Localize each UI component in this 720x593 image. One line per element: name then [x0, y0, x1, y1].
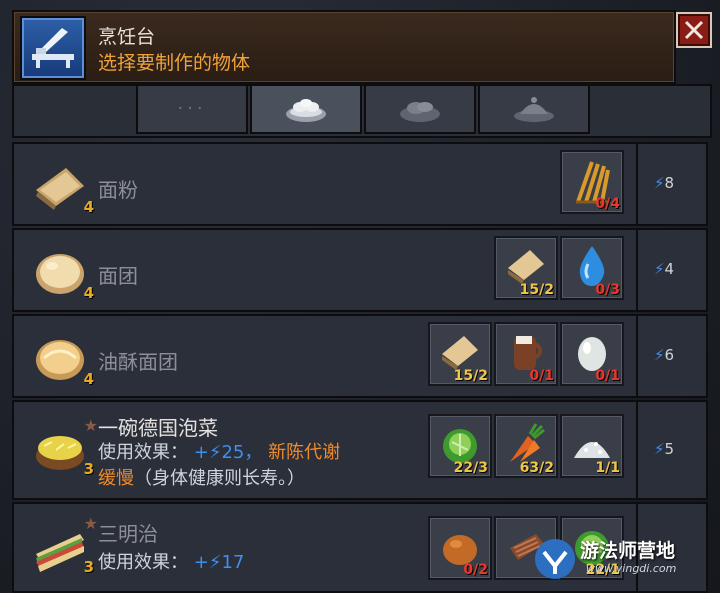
energy-cost: ⚡4: [654, 260, 675, 278]
ingredient-slot[interactable]: 22/3: [428, 414, 492, 478]
ingredient-count: 0/1: [529, 368, 554, 384]
recipe-list: 4 面粉 0/4 ⚡8 4 面团 15/2 0/3 ⚡4 4 油酥面团 15/2…: [12, 142, 708, 593]
star-icon: ★: [83, 416, 98, 435]
ingredient-slot[interactable]: 15/2: [428, 322, 492, 386]
energy-icon: ⚡: [654, 440, 665, 458]
energy-cost: ⚡5: [654, 440, 675, 458]
ingredient-count: 0/3: [595, 282, 620, 298]
tab-more[interactable]: ···: [136, 86, 248, 134]
ingredient-slot[interactable]: 0/1: [494, 322, 558, 386]
ingredient-count: 22/3: [453, 460, 488, 476]
effect-line: 使用效果： +⚡17: [98, 548, 244, 574]
effect-line-2: 缓慢（身体健康则长寿。）: [98, 464, 305, 490]
window-subtitle: 选择要制作的物体: [98, 52, 251, 74]
close-button[interactable]: [676, 12, 712, 48]
effect-label: 使用效果：: [98, 552, 188, 573]
recipe-name: 面粉: [98, 178, 138, 202]
output-qty: 4: [83, 198, 94, 216]
sandwich-icon: ★ 3: [32, 514, 98, 576]
energy-icon: ⚡: [654, 346, 665, 364]
watermark-text: 游法师营地: [580, 540, 676, 562]
energy-icon: ⚡: [654, 174, 665, 192]
recipe-row-dough[interactable]: 4 面团 15/2 0/3 ⚡4: [12, 228, 708, 312]
energy-icon: ⚡: [654, 260, 665, 278]
ingredient-slot[interactable]: 0/3: [560, 236, 624, 300]
tab-dome-plate[interactable]: [478, 86, 590, 134]
tab-bread-plate[interactable]: [250, 86, 362, 134]
ingredient-count: 0/1: [595, 368, 620, 384]
ingredient-count: 0/4: [595, 196, 620, 212]
tab-meat-plate[interactable]: [364, 86, 476, 134]
effect-value: +⚡25，: [193, 442, 263, 463]
ingredient-slot[interactable]: 0/2: [428, 516, 492, 580]
window-title: 烹饪台: [98, 26, 156, 48]
effect-trait: 缓慢: [98, 468, 134, 489]
recipe-name: 一碗德国泡菜: [98, 416, 218, 440]
star-icon: ★: [83, 514, 98, 533]
meat-plate-icon: [400, 102, 440, 122]
divider: [636, 230, 638, 310]
output-qty: 4: [83, 284, 94, 302]
energy-cost: ⚡6: [654, 346, 675, 364]
ingredient-slot[interactable]: 0/4: [560, 150, 624, 214]
flour-icon: [508, 250, 544, 284]
recipe-name: 油酥面团: [98, 350, 178, 374]
recipe-row-sauerkraut[interactable]: ★ 3 一碗德国泡菜 使用效果： +⚡25， 新陈代谢 缓慢（身体健康则长寿。）…: [12, 400, 708, 500]
watermark-logo: [535, 539, 575, 579]
effect-value: +⚡17: [193, 552, 245, 573]
close-icon: [684, 20, 704, 40]
dough-icon: 4: [32, 246, 94, 302]
output-qty: 4: [83, 370, 94, 388]
recipe-row-flour[interactable]: 4 面粉 0/4 ⚡8: [12, 142, 708, 226]
watermark: 游法师营地 www.yingdi.com: [532, 532, 718, 590]
crafting-window: 烹饪台 选择要制作的物体 ··· 4 面粉 0/4 ⚡8 4 面团 15/2 0…: [0, 0, 720, 593]
sauerkraut-bowl-icon: ★ 3: [32, 416, 98, 478]
category-tabs: ···: [12, 84, 712, 138]
divider: [636, 402, 638, 498]
ingredient-count: 0/2: [463, 562, 488, 578]
bread-plate-icon: [286, 99, 326, 122]
ingredient-count: 15/2: [519, 282, 554, 298]
recipe-row-pastry-dough[interactable]: 4 油酥面团 15/2 0/1 0/1 ⚡6: [12, 314, 708, 398]
effect-line: 使用效果： +⚡25， 新陈代谢: [98, 438, 340, 464]
divider: [636, 144, 638, 224]
ingredient-count: 15/2: [453, 368, 488, 384]
ingredient-slot[interactable]: 1/1: [560, 414, 624, 478]
output-qty: 3: [83, 558, 94, 576]
recipe-name: 三明治: [98, 522, 158, 546]
ingredient-count: 63/2: [519, 460, 554, 476]
recipe-name: 面团: [98, 264, 138, 288]
watermark-url: www.yingdi.com: [586, 562, 677, 575]
window-header: 烹饪台 选择要制作的物体: [12, 10, 676, 84]
energy-cost: ⚡8: [654, 174, 675, 192]
ingredient-slot[interactable]: 15/2: [494, 236, 558, 300]
effect-description: （身体健康则长寿。）: [134, 468, 305, 489]
dome-plate-icon: [514, 97, 554, 122]
flour-icon: 4: [32, 160, 94, 216]
flour-icon: [442, 336, 478, 370]
output-qty: 3: [83, 460, 94, 478]
ingredient-slot[interactable]: 63/2: [494, 414, 558, 478]
pastry-dough-icon: 4: [32, 332, 94, 388]
divider: [636, 316, 638, 396]
ingredient-count: 1/1: [595, 460, 620, 476]
ingredient-slot[interactable]: 0/1: [560, 322, 624, 386]
effect-label: 使用效果：: [98, 442, 188, 463]
cooking-station-icon: [20, 16, 86, 80]
effect-extra: 新陈代谢: [268, 442, 341, 463]
dots-icon: ···: [177, 98, 207, 119]
